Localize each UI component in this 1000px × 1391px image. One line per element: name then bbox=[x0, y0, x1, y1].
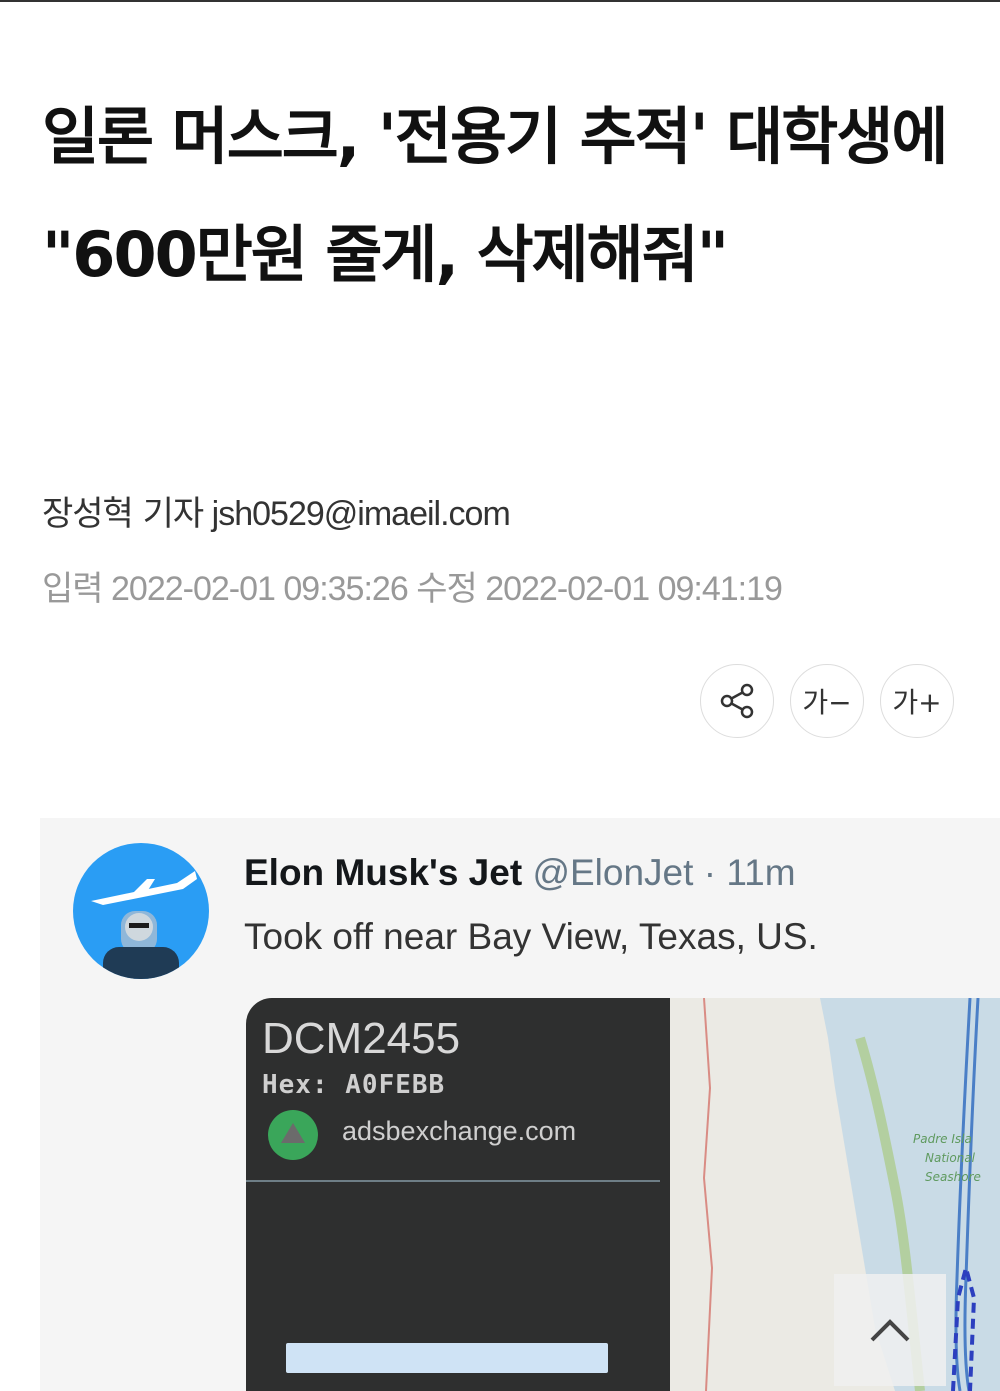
tweet-separator: · bbox=[703, 852, 717, 893]
adsbexchange-logo-icon bbox=[268, 1110, 318, 1160]
panel-divider bbox=[246, 1180, 660, 1182]
modified-time: 2022-02-01 09:41:19 bbox=[485, 570, 783, 608]
article-headline: 일론 머스크, '전용기 추적' 대학생에 "600만원 줄게, 삭제해줘" bbox=[42, 100, 948, 291]
avatar bbox=[73, 843, 209, 979]
source-site: adsbexchange.com bbox=[342, 1116, 577, 1146]
map-label-line-2: National bbox=[925, 1151, 976, 1165]
byline: 장성혁 기자 jsh0529@imaeil.com bbox=[42, 486, 511, 535]
tweet-header: Elon Musk's Jet @ElonJet · 11m bbox=[244, 852, 796, 894]
tweet-time: 11m bbox=[726, 852, 796, 893]
hex-line: Hex: A0FEBB bbox=[262, 1070, 445, 1100]
font-smaller-button[interactable]: 가− bbox=[790, 664, 864, 738]
font-larger-button[interactable]: 가+ bbox=[880, 664, 954, 738]
scroll-to-top-button[interactable] bbox=[834, 1274, 946, 1386]
chevron-up-icon bbox=[870, 1319, 910, 1342]
tweet-author-name: Elon Musk's Jet bbox=[244, 852, 523, 893]
panel-highlight-bar bbox=[286, 1343, 608, 1373]
flight-id: DCM2455 bbox=[262, 1014, 461, 1063]
reporter-email-link[interactable]: jsh0529@imaeil.com bbox=[212, 495, 511, 533]
article-timestamps: 입력 2022-02-01 09:35:26 수정 2022-02-01 09:… bbox=[42, 561, 783, 610]
hex-label: Hex: bbox=[262, 1070, 329, 1100]
share-button[interactable] bbox=[700, 664, 774, 738]
published-time: 2022-02-01 09:35:26 bbox=[111, 570, 409, 608]
reporter-name: 장성혁 기자 bbox=[42, 494, 204, 534]
map-label-line-1: Padre Isla bbox=[913, 1132, 972, 1146]
tweet-text: Took off near Bay View, Texas, US. bbox=[244, 916, 818, 957]
tweet-handle: @ElonJet bbox=[532, 852, 694, 893]
published-label: 입력 bbox=[42, 569, 104, 609]
map-label-line-3: Seashore bbox=[925, 1170, 981, 1184]
modified-label: 수정 bbox=[416, 569, 478, 609]
flight-info-panel: DCM2455 Hex: A0FEBB adsbexchange.com bbox=[246, 998, 670, 1391]
top-rule bbox=[0, 0, 1000, 2]
share-icon bbox=[720, 683, 754, 719]
hex-value: A0FEBB bbox=[345, 1070, 446, 1100]
